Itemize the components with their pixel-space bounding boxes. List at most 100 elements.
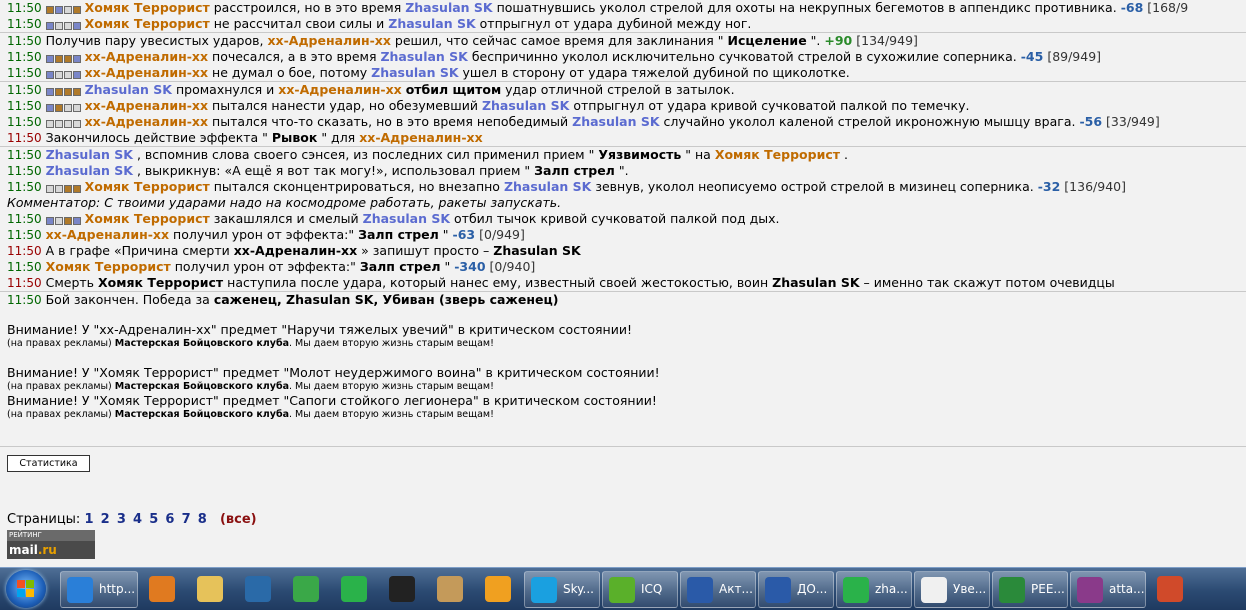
- excel-doc-icon: [999, 577, 1025, 603]
- pages-label: Страницы:: [7, 512, 81, 527]
- log-text: наступила после удара, который нанес ему…: [227, 275, 769, 290]
- fighter-name-link[interactable]: Хомяк Террорист: [85, 211, 210, 226]
- fighter-name-link[interactable]: xx-Адреналин-xx: [85, 98, 208, 113]
- start-button[interactable]: [6, 570, 46, 608]
- fighter-name-link[interactable]: xx-Адреналин-xx: [359, 130, 482, 145]
- taskbar-item[interactable]: [236, 571, 280, 606]
- log-text: промахнулся и: [175, 82, 275, 97]
- taskbar-item[interactable]: ДО...: [758, 571, 834, 608]
- pagination: Страницы: 1 2 3 4 5 6 7 8 (все): [7, 512, 260, 527]
- page-link-8[interactable]: 8: [198, 512, 207, 527]
- opponent-name-link[interactable]: Zhasulan SK: [380, 49, 467, 64]
- word-doc-icon: [765, 577, 791, 603]
- hp-value: [134/949]: [856, 33, 918, 48]
- opponent-name-link[interactable]: Zhasulan SK: [405, 0, 492, 15]
- taskbar-item[interactable]: [476, 571, 520, 606]
- log-text: отпрыгнул от удара дубиной между ног.: [479, 16, 752, 31]
- log-line: 11:50 Хомяк Террорист не рассчитал свои с…: [0, 16, 1246, 32]
- hit-zone-square: [54, 71, 63, 79]
- ad-suffix: . Мы даем вторую жизнь старым вещам!: [289, 381, 494, 392]
- hit-zone-square: [63, 104, 72, 112]
- log-line: 11:50 Zhasulan SK , вспомнив слова своего…: [0, 146, 1246, 163]
- taskbar-item[interactable]: [428, 571, 472, 606]
- fighter-name-link[interactable]: Хомяк Террорист: [46, 259, 171, 274]
- page-link-1[interactable]: 1: [84, 512, 93, 527]
- timestamp: 11:50: [7, 115, 42, 129]
- page-link-4[interactable]: 4: [133, 512, 142, 527]
- opponent-name-link[interactable]: Zhasulan SK: [388, 16, 475, 31]
- log-text: получил урон от эффекта:": [174, 259, 356, 274]
- opponent-name-link[interactable]: Zhasulan SK: [363, 211, 450, 226]
- page-link-6[interactable]: 6: [165, 512, 174, 527]
- taskbar-item[interactable]: http...: [60, 571, 138, 608]
- item-warning: Внимание! У "xx-Адреналин-xx" предмет "Н…: [7, 322, 632, 337]
- log-text: не рассчитал свои силы и: [213, 16, 385, 31]
- log-line: 11:50 Хомяк Террорист закашлялся и смелый…: [0, 211, 1246, 227]
- fighter-name-link[interactable]: Хомяк Террорист: [85, 16, 210, 31]
- bold-text: Хомяк Террорист: [98, 275, 224, 290]
- taskbar-item[interactable]: [284, 571, 328, 606]
- log-line: 11:50 Смерть Хомяк Террорист наступила по…: [0, 275, 1246, 291]
- statistics-button[interactable]: Статистика: [7, 455, 90, 472]
- taskbar-label: ICQ: [641, 582, 663, 596]
- fighter-name-link[interactable]: xx-Адреналин-xx: [85, 114, 208, 129]
- fighter-name-link[interactable]: xx-Адреналин-xx: [85, 65, 208, 80]
- timestamp: 11:50: [7, 1, 42, 15]
- page-all-link[interactable]: (все): [220, 512, 257, 527]
- hit-zone-square: [45, 185, 54, 193]
- hit-zone-square: [63, 71, 72, 79]
- taskbar-item[interactable]: [140, 571, 184, 606]
- taskbar-item[interactable]: [188, 571, 232, 606]
- bold-text: Залп стрел: [534, 163, 615, 178]
- log-text: – именно так скажут потом очевидцы: [863, 275, 1115, 290]
- hit-zone-square: [63, 185, 72, 193]
- taskbar-label: http...: [99, 582, 136, 596]
- taskbar-item[interactable]: ICQ: [602, 571, 678, 608]
- bold-text: Залп стрел: [359, 259, 441, 274]
- opponent-name-link[interactable]: Zhasulan SK: [572, 114, 659, 129]
- fighter-name-link[interactable]: xx-Адреналин-xx: [278, 82, 401, 97]
- taskbar-item[interactable]: [332, 571, 376, 606]
- opponent-name-link[interactable]: Zhasulan SK: [85, 82, 172, 97]
- hit-zone-square: [54, 104, 63, 112]
- taskbar-item[interactable]: Акт...: [680, 571, 756, 608]
- taskbar-item[interactable]: [1148, 571, 1192, 606]
- taskbar-item[interactable]: [380, 571, 424, 606]
- bold-text: Zhasulan SK: [772, 275, 860, 290]
- taskbar-item[interactable]: РЕЕ...: [992, 571, 1068, 608]
- taskbar-item[interactable]: zha...: [836, 571, 912, 608]
- taskbar-label: Sky...: [563, 582, 594, 596]
- fighter-name-link[interactable]: xx-Адреналин-xx: [267, 33, 390, 48]
- page-link-3[interactable]: 3: [117, 512, 126, 527]
- page-link-5[interactable]: 5: [149, 512, 158, 527]
- ad-workshop-name: Мастерская Бойцовского клуба: [114, 381, 289, 392]
- mailru-rating-badge[interactable]: РЕЙТИНГ mail.ru: [7, 530, 95, 559]
- item-warning: Внимание! У "Хомяк Террорист" предмет "М…: [7, 365, 660, 380]
- ad-text: (на правах рекламы) Мастерская Бойцовско…: [0, 408, 1246, 421]
- taskbar-item[interactable]: Sky...: [524, 571, 600, 608]
- fighter-name-link[interactable]: Хомяк Террорист: [715, 147, 840, 162]
- opponent-name-link[interactable]: Zhasulan SK: [46, 147, 133, 162]
- fighter-name-link[interactable]: Хомяк Террорист: [85, 0, 210, 15]
- log-text: беспричинно уколол исключительно сучкова…: [471, 49, 1017, 64]
- taskbar-item[interactable]: atta...: [1070, 571, 1146, 608]
- taskbar-item[interactable]: Уве...: [914, 571, 990, 608]
- log-line: 11:50 Закончилось действие эффекта " Рыво…: [0, 130, 1246, 146]
- ad-prefix: (на правах рекламы): [7, 381, 115, 392]
- opponent-name-link[interactable]: Zhasulan SK: [482, 98, 569, 113]
- fighter-name-link[interactable]: Хомяк Террорист: [85, 179, 210, 194]
- opponent-name-link[interactable]: Zhasulan SK: [46, 163, 133, 178]
- page-link-7[interactable]: 7: [182, 512, 191, 527]
- log-line: 11:50 Бой закончен. Победа за саженец, Zh…: [0, 291, 1246, 308]
- log-text: получил урон от эффекта:": [173, 227, 355, 242]
- fighter-name-link[interactable]: xx-Адреналин-xx: [85, 49, 208, 64]
- log-text: » запишут просто –: [361, 243, 490, 258]
- opponent-name-link[interactable]: Zhasulan SK: [504, 179, 591, 194]
- log-line: 11:50 Zhasulan SK , выкрикнув: «А ещё я в…: [0, 163, 1246, 179]
- hit-zone-indicator: [45, 181, 82, 195]
- fighter-name-link[interactable]: xx-Адреналин-xx: [46, 227, 169, 242]
- page-link-2[interactable]: 2: [101, 512, 110, 527]
- opponent-name-link[interactable]: Zhasulan SK: [371, 65, 458, 80]
- log-text: расстроился, но в это время: [213, 0, 402, 15]
